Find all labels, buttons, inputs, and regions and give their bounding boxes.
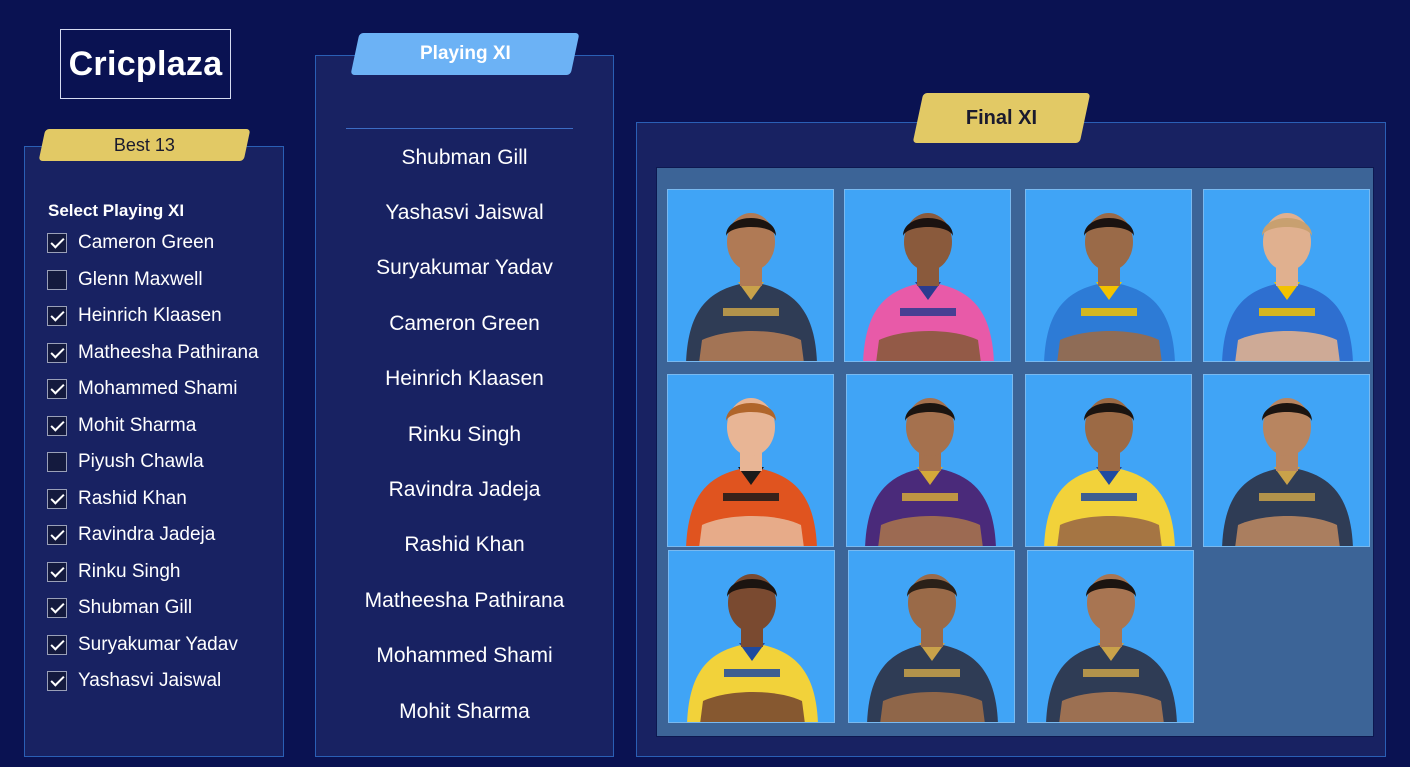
player-photo-card bbox=[1025, 189, 1192, 362]
player-silhouette bbox=[1044, 213, 1175, 361]
player-photo-card bbox=[668, 550, 835, 723]
playing-xi-list: Shubman Gill Yashasvi Jaiswal Suryakumar Y… bbox=[315, 130, 614, 739]
player-checkbox-label: Shubman Gill bbox=[78, 597, 193, 619]
best13-tag-label: Best 13 bbox=[113, 134, 176, 155]
player-checkbox-row[interactable]: Mohit Sharma bbox=[47, 408, 259, 445]
player-checkbox-row[interactable]: Suryakumar Yadav bbox=[47, 627, 259, 664]
playing-xi-tag: Playing XI bbox=[350, 33, 580, 75]
player-silhouette bbox=[1046, 574, 1177, 722]
checkbox-checked[interactable] bbox=[47, 306, 67, 327]
player-checkbox-row[interactable]: Matheesha Pathirana bbox=[47, 335, 259, 372]
player-silhouette bbox=[1044, 398, 1175, 546]
checkbox-checked[interactable] bbox=[47, 233, 67, 254]
checkbox-checked[interactable] bbox=[47, 379, 67, 400]
playing-xi-player: Ravindra Jadeja bbox=[388, 478, 541, 502]
player-checkbox-label: Ravindra Jadeja bbox=[78, 524, 216, 546]
player-checkbox-row[interactable]: Yashasvi Jaiswal bbox=[47, 663, 259, 700]
player-checkbox-label: Mohammed Shami bbox=[78, 378, 238, 400]
checkbox-checked[interactable] bbox=[47, 634, 67, 655]
player-photo-card bbox=[667, 189, 834, 362]
playing-xi-player: Matheesha Pathirana bbox=[364, 588, 565, 612]
player-checkbox-row[interactable]: Heinrich Klaasen bbox=[47, 298, 259, 335]
checkbox-checked[interactable] bbox=[47, 342, 67, 363]
player-photo-card bbox=[1203, 374, 1370, 547]
player-checkbox-label: Piyush Chawla bbox=[78, 451, 204, 473]
player-silhouette bbox=[1222, 398, 1353, 546]
player-photo-card bbox=[1203, 189, 1370, 362]
playing-xi-player: Rashid Khan bbox=[404, 533, 525, 557]
player-checkbox-row[interactable]: Mohammed Shami bbox=[47, 371, 259, 408]
checkbox-checked[interactable] bbox=[47, 671, 67, 692]
player-checkbox-label: Rinku Singh bbox=[78, 560, 181, 582]
player-checkbox-row[interactable]: Piyush Chawla bbox=[47, 444, 259, 481]
checkbox-checked[interactable] bbox=[47, 598, 67, 619]
checkbox-unchecked[interactable] bbox=[47, 452, 67, 473]
checkbox-checked[interactable] bbox=[47, 525, 67, 546]
player-checkbox-row[interactable]: Glenn Maxwell bbox=[47, 262, 259, 299]
playing-xi-player: Mohit Sharma bbox=[399, 699, 530, 723]
player-checkbox-label: Yashasvi Jaiswal bbox=[78, 670, 222, 692]
checkbox-checked[interactable] bbox=[47, 561, 67, 582]
playing-xi-player: Heinrich Klaasen bbox=[385, 367, 544, 391]
player-silhouette bbox=[1222, 213, 1353, 361]
player-photo-card bbox=[844, 189, 1011, 362]
playing-xi-player: Yashasvi Jaiswal bbox=[385, 201, 544, 225]
player-checkbox-row[interactable]: Cameron Green bbox=[47, 225, 259, 262]
player-photo-card bbox=[846, 374, 1013, 547]
final-xi-tag: Final XI bbox=[912, 93, 1091, 143]
player-checklist: Cameron Green Glenn Maxwell Heinrich Klaas… bbox=[47, 225, 259, 700]
player-checkbox-label: Suryakumar Yadav bbox=[78, 633, 238, 655]
player-checkbox-label: Cameron Green bbox=[78, 232, 215, 254]
player-silhouette bbox=[863, 213, 994, 361]
player-silhouette bbox=[865, 398, 996, 546]
playing-xi-player: Cameron Green bbox=[389, 311, 540, 335]
checkbox-checked[interactable] bbox=[47, 488, 67, 509]
player-silhouette bbox=[686, 398, 817, 546]
final-xi-tag-label: Final XI bbox=[965, 106, 1038, 129]
player-checkbox-row[interactable]: Ravindra Jadeja bbox=[47, 517, 259, 554]
player-checkbox-label: Heinrich Klaasen bbox=[78, 305, 222, 327]
player-checkbox-label: Mohit Sharma bbox=[78, 414, 197, 436]
player-photo-card bbox=[848, 550, 1015, 723]
player-checkbox-row[interactable]: Rashid Khan bbox=[47, 481, 259, 518]
checkbox-checked[interactable] bbox=[47, 415, 67, 436]
playing-xi-player: Shubman Gill bbox=[401, 145, 528, 169]
player-checkbox-row[interactable]: Shubman Gill bbox=[47, 590, 259, 627]
player-silhouette bbox=[687, 574, 818, 722]
player-photo-card bbox=[667, 374, 834, 547]
player-photo-card bbox=[1025, 374, 1192, 547]
player-silhouette bbox=[867, 574, 998, 722]
playing-xi-divider bbox=[346, 128, 573, 129]
select-playing-xi-title: Select Playing XI bbox=[48, 201, 185, 220]
player-checkbox-row[interactable]: Rinku Singh bbox=[47, 554, 259, 591]
playing-xi-player: Mohammed Shami bbox=[376, 644, 553, 668]
checkbox-unchecked[interactable] bbox=[47, 269, 67, 290]
player-checkbox-label: Glenn Maxwell bbox=[78, 268, 203, 290]
playing-xi-player: Suryakumar Yadav bbox=[376, 256, 553, 280]
player-checkbox-label: Rashid Khan bbox=[78, 487, 187, 509]
playing-xi-player: Rinku Singh bbox=[407, 422, 522, 446]
playing-xi-tag-label: Playing XI bbox=[419, 43, 511, 64]
player-silhouette bbox=[686, 213, 817, 361]
player-photo-card bbox=[1027, 550, 1194, 723]
app-logo: Cricplaza bbox=[60, 29, 231, 99]
player-checkbox-label: Matheesha Pathirana bbox=[78, 341, 259, 363]
best13-tag: Best 13 bbox=[38, 129, 251, 161]
